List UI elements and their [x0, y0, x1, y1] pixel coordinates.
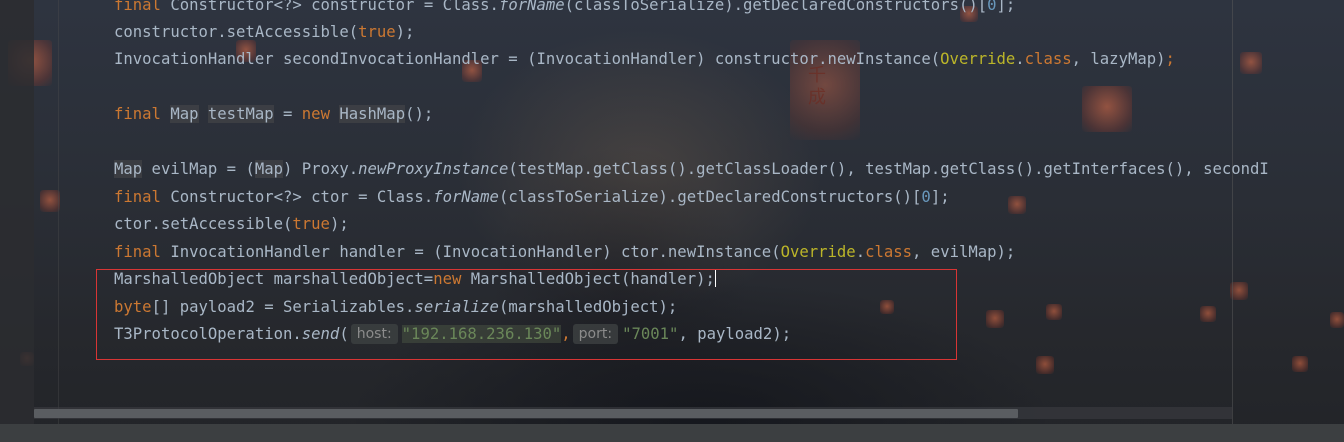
- code-line[interactable]: Map evilMap = (Map) Proxy.newProxyInstan…: [114, 156, 1269, 183]
- type-token: Map: [254, 160, 284, 178]
- keyword: final: [114, 243, 161, 261]
- semicolon-token: ;: [1165, 50, 1175, 68]
- code-line[interactable]: final Constructor<?> ctor = Class.forNam…: [114, 184, 950, 211]
- code-token: );: [395, 23, 415, 41]
- type-token: Map: [114, 160, 143, 178]
- keyword: final: [114, 105, 161, 123]
- code-token: , evilMap);: [912, 243, 1016, 261]
- code-token: ];: [930, 188, 950, 206]
- keyword: class: [865, 243, 913, 261]
- code-line[interactable]: final InvocationHandler handler = (Invoc…: [114, 239, 1015, 266]
- code-token: Constructor<?> ctor = Class.: [160, 188, 434, 206]
- code-token: .: [1015, 50, 1025, 68]
- number-literal: 0: [987, 0, 997, 14]
- code-token: ) Proxy.: [283, 160, 359, 178]
- keyword: new: [301, 105, 330, 123]
- code-token: (classToSerialize).getDeclaredConstructo…: [564, 0, 988, 14]
- method-token: forName: [433, 188, 499, 206]
- keyword: true: [358, 23, 396, 41]
- method-token: newProxyInstance: [358, 160, 509, 178]
- keyword: final: [114, 0, 161, 14]
- method-token: forName: [498, 0, 565, 14]
- type-token: Map: [170, 105, 199, 123]
- type-token: HashMap: [339, 105, 406, 123]
- code-line[interactable]: ctor.setAccessible(true);: [114, 211, 349, 238]
- horizontal-scrollbar-thumb[interactable]: [34, 409, 1018, 418]
- keyword: class: [1024, 50, 1072, 68]
- class-reference: Override: [780, 243, 856, 261]
- number-literal: 0: [921, 188, 931, 206]
- class-reference: Override: [940, 50, 1016, 68]
- code-token: InvocationHandler handler = (InvocationH…: [160, 243, 781, 261]
- code-token: , lazyMap): [1071, 50, 1166, 68]
- code-token: (classToSerialize).getDeclaredConstructo…: [498, 188, 922, 206]
- code-line[interactable]: final Constructor<?> constructor = Class…: [114, 0, 1015, 19]
- code-token: ();: [405, 105, 434, 123]
- code-token: );: [329, 215, 349, 233]
- code-token: evilMap = (: [142, 160, 255, 178]
- code-line[interactable]: final Map testMap = new HashMap();: [114, 101, 433, 128]
- code-area[interactable]: final Constructor<?> constructor = Class…: [0, 0, 1344, 442]
- code-token: Constructor<?> constructor = Class.: [160, 0, 499, 14]
- code-token: =: [273, 105, 302, 123]
- keyword: true: [292, 215, 330, 233]
- highlight-annotation-box: [96, 269, 957, 360]
- code-token: constructor.setAccessible(: [114, 23, 359, 41]
- code-editor[interactable]: 千成 final Constructor<?> constructor = Cl…: [0, 0, 1344, 442]
- bottom-panel-edge: [0, 424, 1344, 442]
- keyword: final: [114, 188, 161, 206]
- code-token: ctor.setAccessible(: [114, 215, 293, 233]
- code-token: InvocationHandler secondInvocationHandle…: [114, 50, 941, 68]
- code-token: ];: [996, 0, 1016, 14]
- code-token: .: [855, 243, 866, 261]
- code-token: (testMap.getClass().getClassLoader(), te…: [508, 160, 1269, 178]
- code-line[interactable]: constructor.setAccessible(true);: [114, 19, 414, 46]
- code-line[interactable]: InvocationHandler secondInvocationHandle…: [114, 46, 1175, 73]
- variable-token: testMap: [207, 105, 274, 123]
